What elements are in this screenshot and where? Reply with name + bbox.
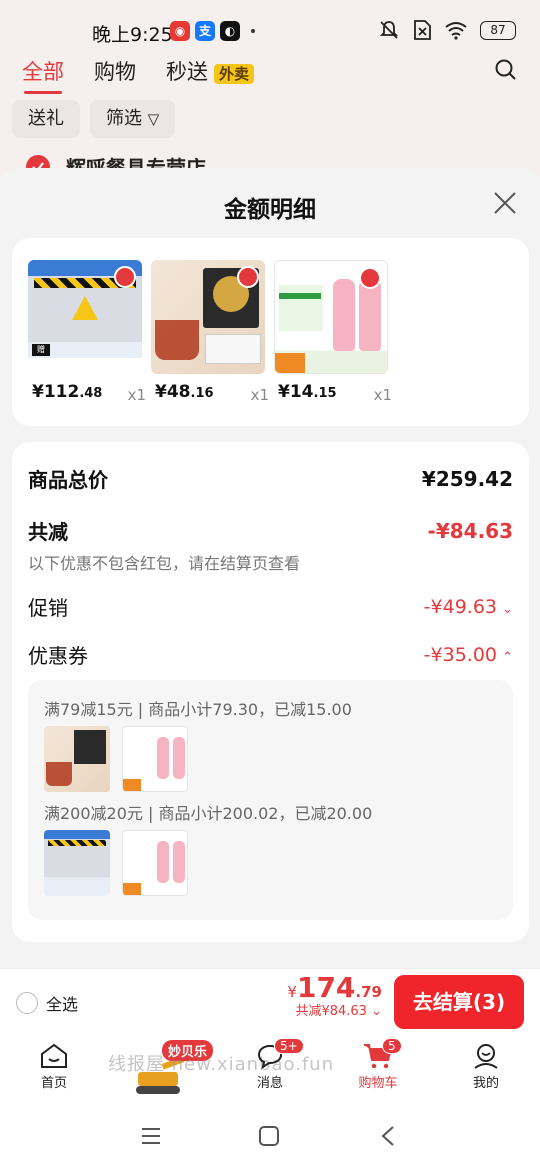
selected-check-icon: [359, 267, 381, 289]
tab-home[interactable]: 首页: [14, 1042, 94, 1091]
coupon-breakdown: 满79减15元 | 商品小计79.30，已减15.00 满200减20元 | 商…: [28, 680, 513, 920]
tab-instant-delivery[interactable]: 秒送 外卖: [166, 56, 255, 86]
battery-icon: 87: [480, 20, 516, 40]
wifi-icon: [445, 22, 467, 40]
bottom-tab-bar: 首页 妙贝乐 线报屋 new.xianbao.fun 消息 5+ 购物车 5 我…: [0, 1036, 540, 1102]
no-sim-icon: [414, 20, 431, 40]
takeout-badge: 外卖: [214, 64, 255, 84]
promo-value-group: -¥49.63 ⌄: [424, 596, 513, 618]
coupon-label: 优惠券: [28, 644, 88, 668]
promo-label: 促销: [28, 596, 68, 620]
product-qty: x1: [373, 386, 392, 404]
mute-icon: [379, 21, 399, 39]
warning-sticker-product-image: 赠: [28, 260, 142, 374]
subtotal-value: ¥259.42: [421, 466, 513, 491]
search-icon[interactable]: [494, 58, 518, 82]
coupon-rule: 满79减15元 | 商品小计79.30，已减15.00: [44, 700, 352, 719]
tab-mine-label: 我的: [472, 1076, 499, 1091]
gift-chip[interactable]: 送礼: [12, 100, 80, 138]
product-qty: x1: [127, 386, 146, 404]
status-bar: 晚上9:25 ◉ 支 ◐ 87: [0, 0, 540, 56]
checkout-total: ¥174.79 共减¥84.63 ⌄: [287, 971, 382, 1019]
select-all-label: 全选: [46, 995, 79, 1014]
back-icon[interactable]: [378, 1126, 400, 1146]
status-right: 87: [378, 19, 516, 41]
select-all-radio[interactable]: [16, 992, 38, 1014]
more-dot-icon: [251, 29, 255, 33]
subtotal-row: 商品总价 ¥259.42: [28, 464, 513, 493]
tea-box-product-image: [151, 260, 265, 374]
selected-check-icon: [114, 266, 136, 288]
promo-value: -¥49.63: [423, 595, 497, 618]
coupon-value: -¥35.00: [423, 643, 497, 666]
sheet-title: 金额明细: [224, 197, 316, 223]
tab-messages-label: 消息: [256, 1076, 283, 1091]
home-icon: [41, 1043, 67, 1068]
promo-row[interactable]: 促销 -¥49.63 ⌄: [28, 592, 513, 621]
filter-chips: 送礼 筛选 ▽: [12, 100, 176, 138]
checkout-bar: 全选 ¥174.79 共减¥84.63 ⌄ 去结算(3): [0, 968, 540, 1036]
total-discount-toggle[interactable]: 共减¥84.63 ⌄: [287, 1000, 382, 1019]
product-price: ¥48.16: [155, 382, 214, 402]
chevron-down-icon: ⌄: [502, 601, 513, 617]
juice-bottles-product-image: [274, 260, 388, 374]
tab-mine[interactable]: 我的: [446, 1042, 526, 1091]
notification-icons: ◉ 支 ◐: [170, 21, 255, 41]
currency-symbol: ¥: [287, 983, 297, 1001]
checkout-button[interactable]: 去结算(3): [394, 975, 524, 1029]
warning-sticker-thumb: [44, 830, 110, 896]
tab-cart-label: 购物车: [358, 1076, 398, 1091]
amount-detail-sheet: 金额明细 赠 ¥112.48 x1 ¥48.16 x1 ¥14.15 x1 商品…: [0, 168, 540, 968]
filter-funnel-icon: ▽: [147, 110, 160, 128]
chevron-up-icon: ⌃: [502, 649, 513, 665]
top-tabs: 全部 购物 秒送 外卖: [22, 56, 255, 94]
filter-chip-label: 筛选: [106, 108, 142, 129]
tab-all[interactable]: 全部: [22, 56, 64, 94]
cart-page-header: 全部 购物 秒送外卖 送礼 筛选 ▽ 辉呼餐具专营店: [0, 56, 540, 180]
coupon-rule: 满200减20元 | 商品小计200.02，已减20.00: [44, 804, 373, 823]
total-discount-row: 共减 -¥84.63: [28, 516, 513, 545]
tab-shopping[interactable]: 购物: [94, 56, 136, 86]
product-list-card: 赠 ¥112.48 x1 ¥48.16 x1 ¥14.15 x1: [12, 238, 529, 426]
product-item[interactable]: ¥48.16 x1: [151, 260, 269, 404]
tea-box-thumb: [44, 726, 110, 792]
alipay-icon: 支: [195, 21, 215, 41]
profile-icon: [474, 1044, 498, 1069]
messages-badge: 5+: [274, 1038, 304, 1054]
product-qty: x1: [250, 386, 269, 404]
product-item[interactable]: ¥14.15 x1: [274, 260, 392, 404]
menu-icon[interactable]: [140, 1126, 162, 1146]
tab-instant-label: 秒送: [166, 60, 208, 84]
total-discount-label: 共减: [28, 520, 68, 544]
cart-badge: 5: [382, 1038, 402, 1054]
chevron-down-icon: ⌄: [371, 1004, 382, 1019]
product-price: ¥112.48: [32, 382, 103, 402]
subtotal-label: 商品总价: [28, 468, 108, 492]
total-discount-value: -¥84.63: [427, 518, 513, 543]
tab-cart[interactable]: 购物车: [338, 1042, 418, 1091]
select-all[interactable]: 全选: [16, 991, 78, 1015]
status-time: 晚上9:25: [92, 24, 173, 46]
discount-note: 以下优惠不包含红包，请在结算页查看: [28, 554, 301, 573]
app-notification-icon: ◉: [170, 21, 190, 41]
price-detail-card: 商品总价 ¥259.42 共减 -¥84.63 以下优惠不包含红包，请在结算页查…: [12, 442, 529, 942]
juice-bottles-thumb: [122, 830, 188, 896]
system-navigation-bar: [0, 1102, 540, 1170]
selected-check-icon: [237, 266, 259, 288]
coupon-value-group: -¥35.00 ⌃: [424, 644, 513, 666]
product-price: ¥14.15: [278, 382, 337, 402]
close-icon[interactable]: [492, 190, 518, 216]
app-notification-icon: ◐: [220, 21, 240, 41]
coupon-row[interactable]: 优惠券 -¥35.00 ⌃: [28, 640, 513, 669]
home-square-icon[interactable]: [258, 1126, 280, 1146]
juice-bottles-thumb: [122, 726, 188, 792]
tab-home-label: 首页: [40, 1076, 67, 1091]
product-item[interactable]: 赠 ¥112.48 x1: [28, 260, 146, 404]
filter-chip[interactable]: 筛选 ▽: [90, 100, 176, 138]
